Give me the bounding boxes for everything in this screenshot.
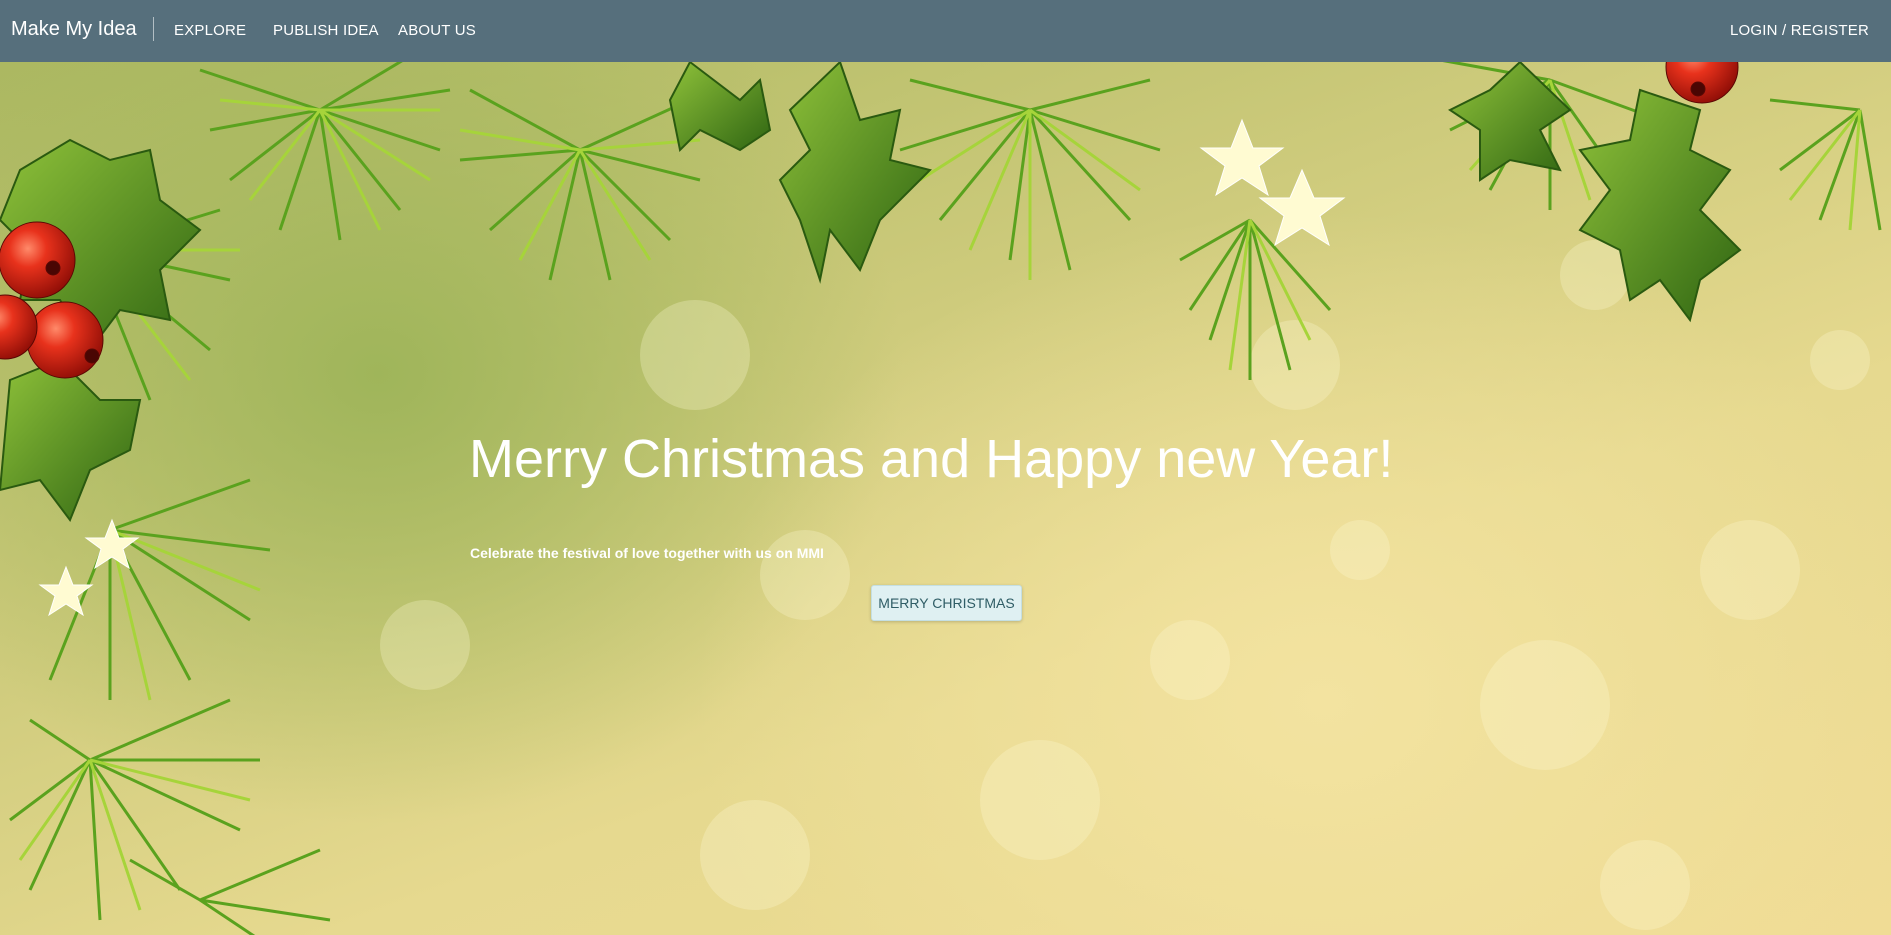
merry-christmas-button[interactable]: MERRY CHRISTMAS — [871, 585, 1022, 621]
pine-branch-icon — [9, 48, 1882, 935]
christmas-landing-page: Make My Idea EXPLORE PUBLISH IDEA ABOUT … — [0, 0, 1891, 935]
brand-logo-link[interactable]: Make My Idea — [11, 17, 154, 41]
star-icon — [38, 118, 1346, 617]
hero-title: Merry Christmas and Happy new Year! — [469, 429, 1394, 489]
nav-link-publish-idea[interactable]: PUBLISH IDEA — [273, 22, 379, 39]
login-register-link[interactable]: LOGIN / REGISTER — [1730, 22, 1869, 39]
nav-link-about-us[interactable]: ABOUT US — [398, 22, 476, 39]
nav-link-explore[interactable]: EXPLORE — [174, 22, 246, 39]
hero-subtitle: Celebrate the festival of love together … — [470, 545, 824, 561]
top-navbar: Make My Idea EXPLORE PUBLISH IDEA ABOUT … — [0, 0, 1891, 62]
